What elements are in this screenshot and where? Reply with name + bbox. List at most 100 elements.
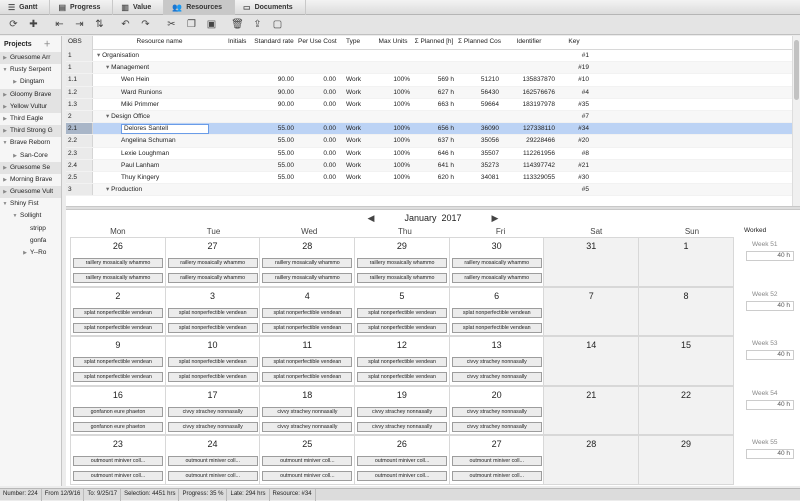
col-identifier[interactable]: Identifier (501, 36, 557, 50)
chevron-right-icon[interactable]: ▶ (10, 76, 20, 88)
calendar-event[interactable]: splat nonperfectible vendean (167, 372, 258, 383)
calendar-day[interactable]: 8 (638, 286, 734, 337)
sidebar-item[interactable]: ▼ Shiny Fist (0, 198, 61, 210)
calendar-event[interactable]: raillery mosaically whammo (357, 273, 448, 283)
calendar-event[interactable]: civvy strachey nonnasally (451, 406, 542, 417)
undo-icon[interactable]: ↶ (116, 17, 135, 33)
calendar-event[interactable]: civvy strachey nonnasally (451, 421, 542, 432)
calendar-day[interactable]: 25 outmount miniver coll... outmount miniv… (259, 435, 356, 485)
calendar-event[interactable]: splat nonperfectible vendean (73, 307, 163, 318)
cell-name[interactable]: ▾ Organisation (93, 50, 226, 61)
table-row[interactable]: 2 ▾ Design Office #7 (66, 110, 792, 124)
sidebar-item[interactable]: gonfa (0, 235, 61, 247)
refresh-icon[interactable]: ⟳ (4, 17, 23, 33)
calendar-event[interactable]: splat nonperfectible vendean (262, 357, 353, 368)
chevron-right-icon[interactable]: ▶ (0, 162, 10, 174)
calendar-day[interactable]: 29 raillery mosaically whammo raillery mos… (354, 237, 450, 287)
table-row[interactable]: 1 ▾ Management #19 (66, 62, 792, 75)
sort-icon[interactable]: ⇅ (90, 17, 109, 33)
calendar-event[interactable]: outmount miniver coll... (262, 471, 353, 482)
chevron-right-icon[interactable]: ▶ (0, 125, 10, 137)
calendar-day[interactable]: 9 splat nonperfectible vendean splat nonpe… (70, 336, 166, 386)
calendar-event[interactable]: raillery mosaically whammo (451, 258, 542, 268)
cell-name[interactable]: Miki Primmer (93, 99, 226, 110)
calendar-day[interactable]: 2 splat nonperfectible vendean splat nonpe… (70, 286, 166, 337)
calendar-event[interactable]: outmount miniver coll... (73, 456, 163, 467)
table-row[interactable]: 2.1 Delores Santell 55.00 0.00 Work 100% 656 h… (66, 123, 792, 136)
sidebar-item[interactable]: ▼ Brave Reborn (0, 137, 61, 149)
export-icon[interactable]: ⇪ (248, 17, 267, 33)
calendar-day[interactable]: 28 (543, 435, 640, 485)
calendar-event[interactable]: splat nonperfectible vendean (451, 307, 542, 318)
calendar-event[interactable]: outmount miniver coll... (167, 456, 258, 467)
calendar-event[interactable]: splat nonperfectible vendean (167, 357, 258, 368)
prev-month-icon[interactable]: ◀ (368, 213, 375, 224)
sidebar-item[interactable]: ▶ Third Eagle (0, 113, 61, 125)
calendar-event[interactable]: outmount miniver coll... (357, 456, 448, 467)
sidebar-item[interactable]: ▼ Rusty Serpent (0, 64, 61, 76)
calendar-day[interactable]: 31 (543, 237, 640, 287)
calendar-event[interactable]: splat nonperfectible vendean (357, 372, 448, 383)
calendar-day[interactable]: 6 splat nonperfectible vendean splat nonpe… (448, 286, 545, 337)
table-row[interactable]: 2.4 Paul Lanham 55.00 0.00 Work 100% 641 h 3527… (66, 159, 792, 172)
calendar-event[interactable]: splat nonperfectible vendean (262, 322, 353, 333)
table-row[interactable]: 3 ▾ Production #5 (66, 184, 792, 197)
calendar-event[interactable]: civvy strachey nonnasally (167, 406, 258, 417)
tab-resources[interactable]: 👥 Resources (164, 0, 235, 15)
cell-name[interactable]: Delores Santell (93, 123, 226, 135)
worked-hours-field[interactable]: 40 h (746, 399, 794, 410)
col-obs[interactable]: OBS (66, 36, 93, 50)
cell-name[interactable]: Thuy Kingery (93, 172, 226, 183)
delete-icon[interactable]: 🗑 (228, 17, 247, 33)
calendar-event[interactable]: splat nonperfectible vendean (73, 357, 163, 368)
sidebar-item[interactable]: ▶ Dingtam (0, 76, 61, 88)
calendar-day[interactable]: 14 (543, 336, 640, 386)
worked-hours-field[interactable]: 40 h (746, 350, 794, 361)
calendar-event[interactable]: outmount miniver coll... (262, 456, 353, 467)
worked-hours-field[interactable]: 40 h (746, 449, 794, 460)
calendar-day[interactable]: 20 civvy strachey nonnasally civvy strache… (448, 385, 545, 436)
copy-icon[interactable]: ❐ (182, 17, 201, 33)
calendar-day[interactable]: 28 raillery mosaically whammo raillery mos… (259, 237, 356, 287)
calendar-event[interactable]: civvy strachey nonnasally (451, 357, 542, 368)
calendar-event[interactable]: civvy strachey nonnasally (357, 406, 448, 417)
calendar-day[interactable]: 12 splat nonperfectible vendean splat nonp… (354, 336, 450, 386)
calendar-day[interactable]: 17 civvy strachey nonnasally civvy strache… (164, 385, 261, 436)
chevron-right-icon[interactable]: ▶ (0, 174, 10, 186)
calendar-day[interactable]: 29 (638, 435, 734, 485)
cell-name[interactable]: Ward Runions (93, 87, 226, 98)
col-initials[interactable]: Initials (226, 36, 252, 50)
calendar-day[interactable]: 5 splat nonperfectible vendean splat nonpe… (354, 286, 450, 337)
chevron-right-icon[interactable]: ▶ (0, 101, 10, 113)
chevron-right-icon[interactable]: ▶ (0, 113, 10, 125)
chevron-right-icon[interactable]: ▶ (0, 186, 10, 198)
grid-scrollbar[interactable] (792, 36, 800, 206)
calendar-day[interactable]: 13 civvy strachey nonnasally civvy strache… (448, 336, 545, 386)
indent-icon[interactable]: ⇥ (70, 17, 89, 33)
calendar-event[interactable]: splat nonperfectible vendean (357, 357, 448, 368)
add-resource-icon[interactable]: ✚ (24, 17, 43, 33)
col-resource-name[interactable]: Resource name (93, 36, 226, 50)
cell-name[interactable]: Angelina Schuman (93, 135, 226, 146)
chevron-down-icon[interactable]: ▼ (0, 198, 10, 210)
chevron-right-icon[interactable]: ▶ (0, 89, 10, 101)
calendar-event[interactable]: raillery mosaically whammo (451, 273, 542, 283)
calendar-event[interactable]: splat nonperfectible vendean (73, 372, 163, 383)
col-max-units[interactable]: Max Units (374, 36, 412, 50)
calendar-day[interactable]: 15 (638, 336, 734, 386)
calendar-event[interactable]: raillery mosaically whammo (262, 273, 353, 283)
sidebar-item[interactable]: ▶ Gruesome Arr (0, 52, 61, 65)
calendar-event[interactable]: gonfanon eure phaeton (73, 421, 163, 432)
sidebar-item[interactable]: ▶ Gloomy Brave (0, 88, 61, 101)
table-row[interactable]: 1.3 Miki Primmer 90.00 0.00 Work 100% 663 h 596… (66, 98, 792, 111)
calendar-day[interactable]: 21 (543, 385, 640, 436)
calendar-day[interactable]: 4 splat nonperfectible vendean splat nonpe… (259, 286, 356, 337)
worked-hours-field[interactable]: 40 h (746, 300, 794, 311)
calendar-day[interactable]: 26 outmount miniver coll... outmount miniv… (354, 435, 450, 485)
calendar-day[interactable]: 10 splat nonperfectible vendean splat nonp… (164, 336, 261, 386)
calendar-day[interactable]: 19 civvy strachey nonnasally civvy strache… (354, 385, 450, 436)
calendar-day[interactable]: 18 civvy strachey nonnasally civvy strache… (259, 385, 356, 436)
calendar-event[interactable]: outmount miniver coll... (73, 471, 163, 482)
calendar-event[interactable]: splat nonperfectible vendean (262, 307, 353, 318)
calendar-event[interactable]: gonfanon eure phaeton (73, 406, 163, 417)
